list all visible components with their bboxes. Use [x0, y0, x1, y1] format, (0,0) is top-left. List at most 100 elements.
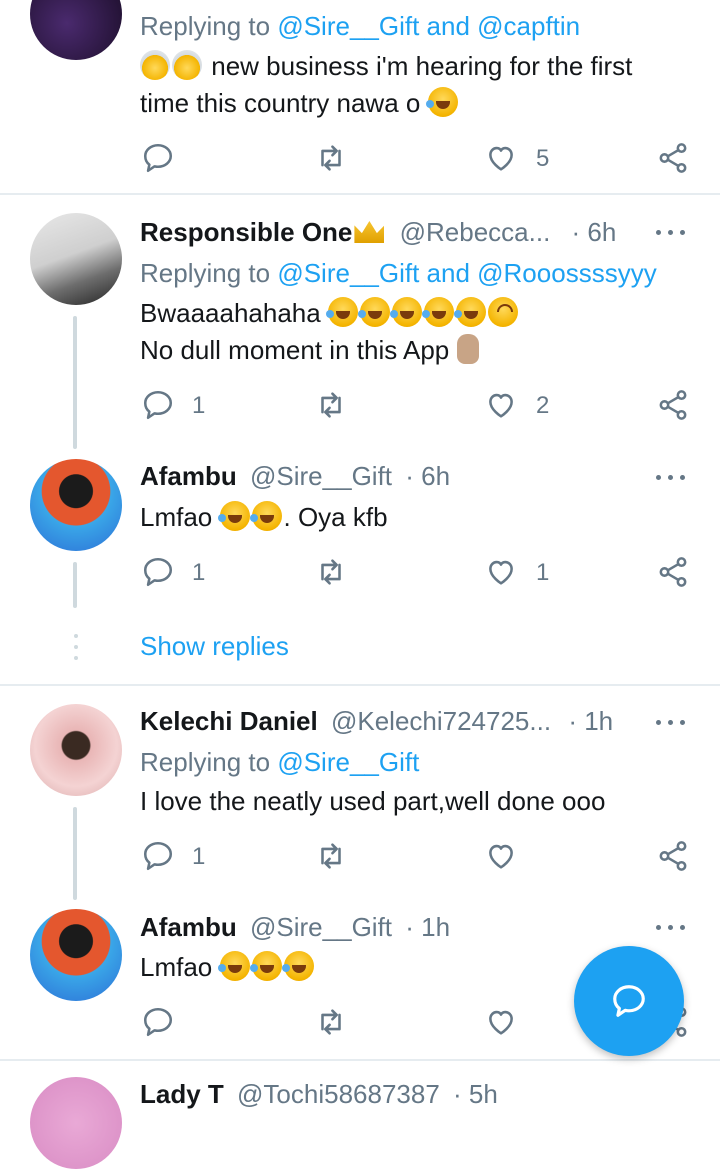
retweet-icon[interactable] — [314, 1005, 348, 1039]
rolling-laughing-emoji — [357, 297, 390, 327]
tweet-divider — [0, 684, 720, 686]
tweet-header: Lady T @Tochi58687387 · 5h — [140, 1078, 498, 1110]
avatar[interactable] — [30, 213, 122, 305]
share-icon[interactable] — [656, 388, 690, 422]
replying-to: Replying to @Sire__Gift and @capftin — [140, 10, 580, 42]
mention-and: and — [419, 258, 478, 288]
crossed-fingers-emoji — [457, 334, 480, 364]
mention-link[interactable]: @Rooossssyyy — [477, 258, 657, 288]
share-icon[interactable] — [656, 839, 690, 873]
mention-link[interactable]: @capftin — [477, 11, 580, 41]
like-icon[interactable] — [484, 1005, 518, 1039]
retweet-icon[interactable] — [314, 141, 348, 175]
tears-of-joy-emoji — [249, 501, 282, 531]
rolling-laughing-emoji — [425, 87, 458, 117]
compose-reply-button[interactable] — [574, 946, 684, 1056]
tears-of-joy-emoji — [217, 501, 250, 531]
mention-and: and — [419, 11, 478, 41]
avatar[interactable] — [30, 704, 122, 796]
replying-to-label: Replying to — [140, 11, 278, 41]
display-name[interactable]: Kelechi Daniel — [140, 706, 318, 736]
more-icon[interactable] — [656, 472, 688, 482]
tweet-time[interactable]: · 1h — [568, 706, 613, 736]
tweet-line: time this country nawa o — [140, 88, 421, 118]
display-name[interactable]: Lady T — [140, 1079, 224, 1109]
like-icon[interactable] — [484, 141, 518, 175]
tweet-text: Lmfao . Oya kfb — [140, 499, 388, 536]
avatar[interactable] — [30, 909, 122, 1001]
rolling-laughing-emoji — [325, 297, 358, 327]
display-name[interactable]: Responsible One — [140, 217, 352, 247]
avatar[interactable] — [30, 0, 122, 60]
more-icon[interactable] — [656, 717, 688, 727]
replying-to-label: Replying to — [140, 258, 278, 288]
tweet-line: Lmfao — [140, 502, 213, 532]
tweet-text: Lmfao — [140, 949, 316, 986]
display-name[interactable]: Afambu — [140, 461, 237, 491]
rolling-laughing-emoji — [421, 297, 454, 327]
reply-count: 1 — [192, 843, 206, 870]
reply-icon[interactable] — [141, 1005, 175, 1039]
like-count: 1 — [536, 559, 550, 586]
retweet-icon[interactable] — [314, 839, 348, 873]
share-icon[interactable] — [656, 141, 690, 175]
replying-to: Replying to @Sire__Gift — [140, 746, 419, 778]
tweet-line: Lmfao — [140, 952, 213, 982]
display-name[interactable]: Afambu — [140, 912, 237, 942]
like-icon[interactable] — [484, 555, 518, 589]
tweet-line: new business i'm hearing for the first — [211, 51, 633, 81]
tweet-text: I love the neatly used part,well done oo… — [140, 786, 606, 816]
reply-count: 1 — [192, 559, 206, 586]
like-icon[interactable] — [484, 388, 518, 422]
reply-count: 1 — [192, 392, 206, 419]
retweet-icon[interactable] — [314, 388, 348, 422]
upside-down-face-emoji — [487, 297, 518, 327]
like-count: 5 — [536, 145, 550, 172]
mention-link[interactable]: @Sire__Gift — [277, 747, 419, 777]
rolling-laughing-emoji — [389, 297, 422, 327]
tears-of-joy-emoji — [217, 951, 250, 981]
reply-icon[interactable] — [141, 388, 175, 422]
tweet-time[interactable]: · 6h — [405, 461, 450, 491]
avatar[interactable] — [30, 1077, 122, 1169]
tweet-time[interactable]: · 1h — [405, 912, 450, 942]
tweet-header: Kelechi Daniel @Kelechi724725... · 1h — [140, 705, 613, 737]
user-handle[interactable]: @Kelechi724725... — [331, 706, 551, 736]
tweet-time[interactable]: · 5h — [453, 1079, 498, 1109]
tweet-time[interactable]: · 6h — [572, 217, 617, 247]
exploding-head-emoji — [172, 50, 202, 80]
thread-line — [73, 562, 77, 608]
reply-icon[interactable] — [141, 141, 175, 175]
mention-link[interactable]: @Sire__Gift — [277, 11, 419, 41]
tweet-header: Afambu @Sire__Gift · 6h — [140, 460, 450, 492]
tweet-line: No dull moment in this App — [140, 335, 450, 365]
reply-icon[interactable] — [141, 839, 175, 873]
replying-to: Replying to @Sire__Gift and @Rooossssyyy — [140, 257, 657, 289]
tweet-header: Responsible One @Rebecca... · 6h — [140, 216, 616, 248]
crown-emoji — [354, 221, 385, 243]
share-icon[interactable] — [656, 555, 690, 589]
reply-icon[interactable] — [141, 555, 175, 589]
tweet-line: . Oya kfb — [283, 502, 388, 532]
rolling-laughing-emoji — [453, 297, 486, 327]
tweet-header: Afambu @Sire__Gift · 1h — [140, 911, 450, 943]
thread-line — [73, 316, 77, 449]
user-handle[interactable]: @Sire__Gift — [250, 912, 392, 942]
replying-to-label: Replying to — [140, 747, 278, 777]
user-handle[interactable]: @Tochi58687387 — [237, 1079, 440, 1109]
tweet-text: Bwaaaahahaha No dull moment in this App — [140, 295, 520, 369]
thread-line — [73, 807, 77, 900]
mention-link[interactable]: @Sire__Gift — [277, 258, 419, 288]
tears-of-joy-emoji — [249, 951, 282, 981]
tweet-line: Bwaaaahahaha — [140, 298, 321, 328]
user-handle[interactable]: @Sire__Gift — [250, 461, 392, 491]
show-replies-link[interactable]: Show replies — [140, 630, 289, 662]
more-icon[interactable] — [656, 227, 688, 237]
exploding-head-emoji — [140, 50, 170, 80]
user-handle[interactable]: @Rebecca... — [400, 217, 551, 247]
more-icon[interactable] — [656, 922, 688, 932]
tweet-text: new business i'm hearing for the first t… — [140, 48, 632, 122]
avatar[interactable] — [30, 459, 122, 551]
retweet-icon[interactable] — [314, 555, 348, 589]
like-icon[interactable] — [484, 839, 518, 873]
